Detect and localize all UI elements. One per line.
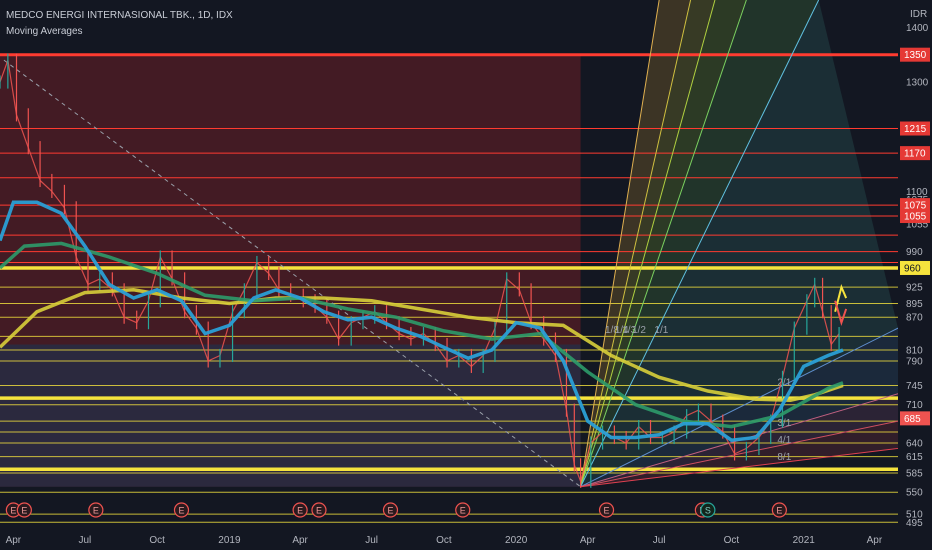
time-tick-label: 2020	[505, 535, 528, 546]
price-tick-label: 1400	[906, 23, 929, 34]
fan-label: 3/1	[777, 418, 791, 429]
time-tick-label: Jul	[365, 535, 378, 546]
time-tick-label: Oct	[436, 535, 452, 546]
price-tick-label: 745	[906, 381, 923, 392]
price-tick-label: 495	[906, 518, 923, 529]
earnings-marker-label: E	[21, 506, 27, 516]
price-tick-label: 790	[906, 356, 923, 367]
indicator-label[interactable]: Moving Averages	[6, 26, 83, 37]
chart-symbol-title: MEDCO ENERGI INTERNASIONAL TBK., 1D, IDX	[6, 10, 233, 21]
price-tick-label: 990	[906, 247, 923, 258]
time-tick-label: 2021	[793, 535, 816, 546]
earnings-marker-label: E	[93, 506, 99, 516]
price-tick-label: 550	[906, 488, 923, 499]
time-tick-label: Jul	[78, 535, 91, 546]
earnings-marker-label: E	[178, 506, 184, 516]
price-tick-label: 585	[906, 469, 923, 480]
earnings-marker-label: E	[604, 506, 610, 516]
price-tick-label: 810	[906, 346, 923, 357]
price-tick-label: 925	[906, 283, 923, 294]
earnings-marker-label: E	[776, 506, 782, 516]
earnings-marker-label: E	[316, 506, 322, 516]
time-tick-label: Jul	[653, 535, 666, 546]
earnings-marker: E	[16, 502, 32, 518]
earnings-marker: E	[771, 502, 787, 518]
earnings-marker: E	[455, 502, 471, 518]
earnings-marker: E	[311, 502, 327, 518]
time-tick-label: Oct	[724, 535, 740, 546]
fan-label: 1/1	[654, 325, 668, 336]
time-tick-label: 2019	[218, 535, 241, 546]
fan-label: 1/2	[632, 325, 646, 336]
earnings-marker: E	[292, 502, 308, 518]
fan-label: 8/1	[777, 452, 791, 463]
time-tick-label: Apr	[867, 535, 883, 546]
earnings-marker-label: E	[460, 506, 466, 516]
level-tag-label: 1215	[904, 124, 927, 135]
price-chart[interactable]: 1/81/41/31/2 1/12/13/14/18/11400130011001…	[0, 0, 932, 550]
time-tick-label: Apr	[6, 535, 22, 546]
price-tick-label: 870	[906, 313, 923, 324]
dividend-marker-label: S	[705, 506, 711, 516]
level-tag-label: 1055	[904, 212, 927, 223]
price-tick-label: 895	[906, 299, 923, 310]
earnings-marker: E	[88, 502, 104, 518]
earnings-marker-label: E	[387, 506, 393, 516]
price-tick-label: 615	[906, 452, 923, 463]
earnings-marker: E	[173, 502, 190, 518]
level-tag-label: 960	[904, 263, 921, 274]
level-tag-label: 1350	[904, 50, 927, 61]
price-tick-label: 1300	[906, 78, 929, 89]
currency-label: IDR	[910, 9, 927, 20]
time-tick-label: Apr	[580, 535, 596, 546]
price-tick-label: 640	[906, 438, 923, 449]
earnings-marker: E	[598, 502, 615, 518]
level-tag-label: 685	[904, 414, 921, 425]
time-tick-label: Oct	[149, 535, 165, 546]
price-tick-label: 710	[906, 400, 923, 411]
time-tick-label: Apr	[292, 535, 308, 546]
level-tag-label: 1170	[904, 149, 926, 160]
lower-zone	[0, 344, 581, 487]
fan-label: 4/1	[777, 435, 791, 446]
earnings-marker: E	[382, 502, 399, 518]
earnings-marker-label: E	[297, 506, 303, 516]
earnings-marker-label: E	[10, 506, 16, 516]
